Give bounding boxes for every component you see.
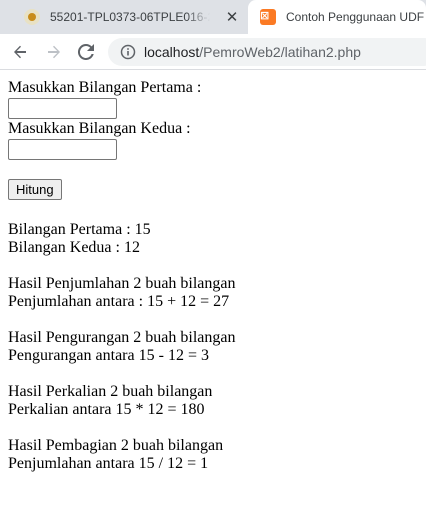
browser-toolbar: localhost/PemroWeb2/latihan2.php: [0, 34, 426, 70]
result-first: Bilangan Pertama : 15: [8, 221, 151, 238]
sum-heading: Hasil Penjumlahan 2 buah bilangan: [8, 275, 236, 292]
reload-icon: [78, 44, 94, 60]
php-elephant-icon: [24, 9, 40, 25]
page-content: Masukkan Bilangan Pertama : Masukkan Bil…: [8, 79, 418, 473]
result-second: Bilangan Kedua : 12: [8, 239, 140, 256]
div-result: Penjumlahan antara 15 / 12 = 1: [8, 455, 209, 472]
info-icon[interactable]: [120, 44, 136, 60]
forward-button[interactable]: [42, 40, 66, 64]
tab-active[interactable]: ⊠ Contoh Penggunaan UDF: [248, 0, 426, 34]
second-number-input[interactable]: [8, 139, 117, 160]
div-heading: Hasil Pembagian 2 buah bilangan: [8, 437, 224, 454]
tab-title: 55201-TPL0373-06TPLE016-2020: [50, 10, 210, 24]
diff-result: Pengurangan antara 15 - 12 = 3: [8, 347, 209, 364]
back-button[interactable]: [8, 40, 32, 64]
address-bar[interactable]: localhost/PemroWeb2/latihan2.php: [108, 38, 426, 66]
diff-heading: Hasil Pengurangan 2 buah bilangan: [8, 329, 236, 346]
mul-result: Perkalian antara 15 * 12 = 180: [8, 401, 205, 418]
mul-heading: Hasil Perkalian 2 buah bilangan: [8, 383, 213, 400]
sum-result: Penjumlahan antara : 15 + 12 = 27: [8, 293, 230, 310]
arrow-right-icon: [48, 45, 60, 59]
arrow-left-icon: [14, 45, 26, 59]
label-second-number: Masukkan Bilangan Kedua :: [8, 120, 191, 137]
url-text: localhost/PemroWeb2/latihan2.php: [144, 44, 361, 60]
tab-title: Contoh Penggunaan UDF: [286, 10, 425, 24]
tab-inactive[interactable]: 55201-TPL0373-06TPLE016-2020 ✕: [0, 0, 248, 34]
hitung-button[interactable]: Hitung: [8, 179, 62, 200]
xampp-icon: ⊠: [260, 9, 276, 25]
close-icon[interactable]: ✕: [224, 8, 240, 26]
tab-strip: 55201-TPL0373-06TPLE016-2020 ✕ ⊠ Contoh …: [0, 0, 426, 34]
reload-button[interactable]: [74, 40, 98, 64]
label-first-number: Masukkan Bilangan Pertama :: [8, 79, 202, 96]
url-host: localhost: [144, 44, 200, 60]
url-path: /PemroWeb2/latihan2.php: [199, 44, 361, 60]
first-number-input[interactable]: [8, 98, 117, 119]
